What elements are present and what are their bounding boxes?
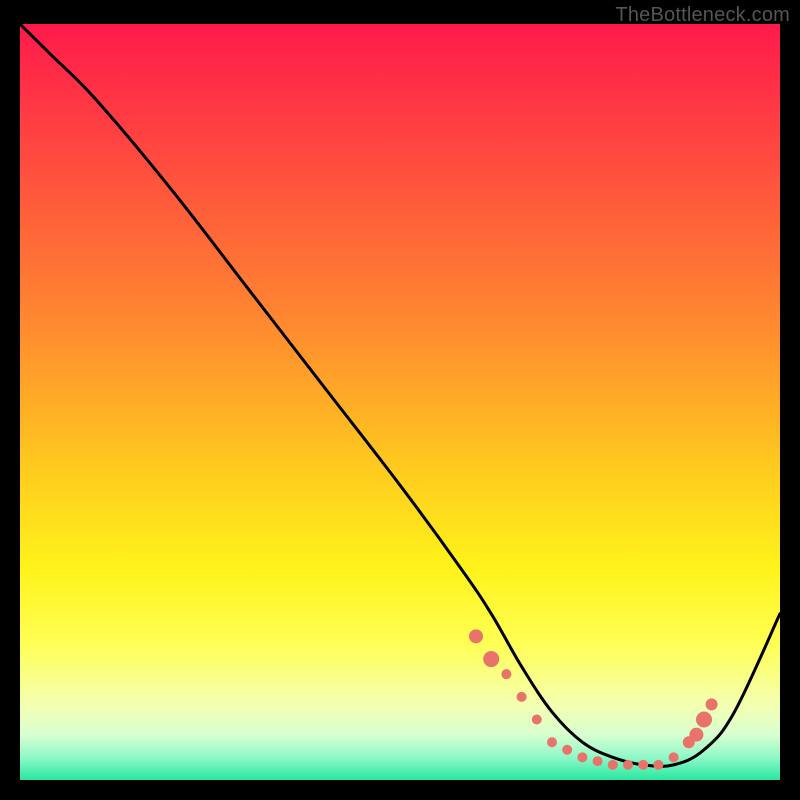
- scatter-dot: [577, 752, 587, 762]
- scatter-dot: [653, 760, 663, 770]
- scatter-dot: [517, 692, 527, 702]
- chart-plot-area: [20, 24, 780, 780]
- scatter-dot: [669, 752, 679, 762]
- scatter-dot: [706, 698, 718, 710]
- scatter-dot: [696, 712, 712, 728]
- bottleneck-chart: [20, 24, 780, 780]
- scatter-dot: [547, 737, 557, 747]
- scatter-dot: [623, 760, 633, 770]
- scatter-dot: [593, 756, 603, 766]
- scatter-dot: [501, 669, 511, 679]
- scatter-dot: [469, 629, 483, 643]
- watermark-text: TheBottleneck.com: [615, 4, 790, 27]
- scatter-dot: [532, 715, 542, 725]
- scatter-dot: [608, 760, 618, 770]
- scatter-dot: [562, 745, 572, 755]
- chart-background-gradient: [20, 24, 780, 780]
- scatter-dot: [638, 760, 648, 770]
- scatter-dot: [483, 651, 499, 667]
- scatter-dot: [689, 728, 703, 742]
